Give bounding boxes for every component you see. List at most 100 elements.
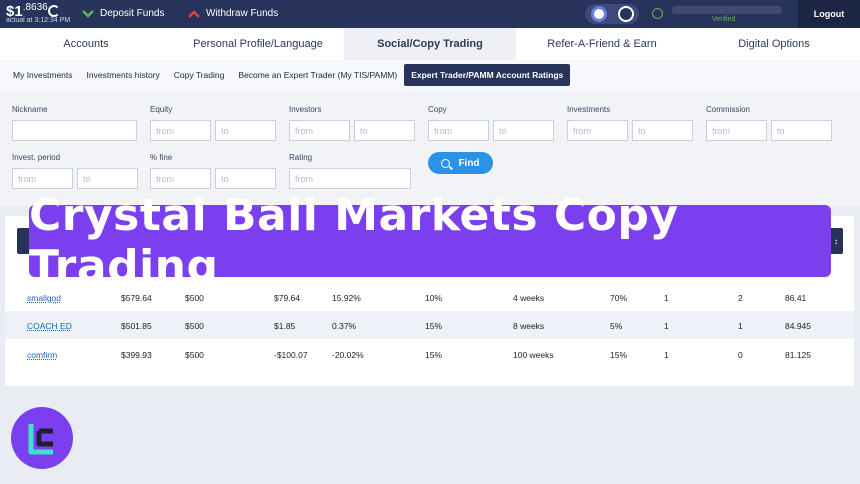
invest-period-filter: Invest. period from to: [12, 153, 138, 189]
commission-cell: 10%: [425, 293, 443, 303]
fine-cell: 5%: [610, 321, 623, 331]
subtab-copy-trading[interactable]: Copy Trading: [167, 64, 232, 86]
rating-cell: 84.945: [785, 321, 811, 331]
top-bar: $1.8636 actual at 3:12:34 PM Deposit Fun…: [0, 0, 860, 28]
refresh-icon[interactable]: [48, 5, 60, 17]
tab-digital-options[interactable]: Digital Options: [688, 28, 860, 60]
tab-personal-profile[interactable]: Personal Profile/Language: [172, 28, 344, 60]
invest-period-label: Invest. period: [12, 153, 61, 162]
nickname-filter: Nickname: [12, 105, 137, 141]
title-banner: Crystal Ball Markets Copy Trading: [29, 190, 831, 292]
account-name-blurred: [672, 6, 782, 14]
subtab-investments-history[interactable]: Investments history: [80, 64, 167, 86]
nickname-label: Nickname: [12, 105, 48, 114]
tab-refer-a-friend[interactable]: Refer-A-Friend & Earn: [516, 28, 688, 60]
find-button[interactable]: Find: [428, 152, 493, 174]
logo-mark-icon: [28, 424, 53, 455]
sun-icon[interactable]: [590, 6, 607, 22]
investors-filter: Investors from to: [289, 105, 415, 141]
invest-period-to-input[interactable]: to: [77, 168, 138, 189]
investors-cell: 1: [664, 293, 669, 303]
balance-cents: .8636: [22, 2, 48, 13]
commission-cell: 15%: [425, 321, 443, 331]
initial-cell: $500: [185, 321, 204, 331]
equity-cell: $579.64: [121, 293, 152, 303]
investments-from-input[interactable]: from: [567, 120, 628, 141]
profit-pct-cell: -20.02%: [332, 350, 364, 360]
sub-tabs: My Investments Investments history Copy …: [0, 60, 860, 90]
chevron-up-icon: [188, 9, 200, 18]
profit-cell: $79.64: [274, 293, 300, 303]
rating-label: Rating: [289, 153, 313, 162]
copy-cell: 0: [738, 350, 743, 360]
deposit-funds-button[interactable]: Deposit Funds: [82, 8, 164, 19]
balance-timestamp: actual at 3:12:34 PM: [6, 17, 71, 24]
period-cell: 4 weeks: [513, 293, 545, 303]
commission-from-input[interactable]: from: [706, 120, 767, 141]
deposit-label: Deposit Funds: [100, 8, 165, 19]
initial-cell: $500: [185, 350, 204, 360]
logout-button[interactable]: Logout: [798, 0, 860, 28]
commission-to-input[interactable]: to: [771, 120, 832, 141]
profit-pct-cell: 15.92%: [332, 293, 361, 303]
equity-filter: Equity from to: [150, 105, 276, 141]
pct-fine-filter: % fine from to: [150, 153, 276, 189]
commission-label: Commission: [706, 105, 751, 114]
find-label: Find: [458, 157, 480, 169]
table-row: comfirm $399.93 $500 -$100.07 -20.02% 15…: [5, 340, 854, 368]
investors-label: Investors: [289, 105, 322, 114]
copy-filter: Copy from to: [428, 105, 554, 141]
subtab-account-ratings[interactable]: Expert Trader/PAMM Account Ratings: [404, 64, 571, 86]
pct-fine-label: % fine: [150, 153, 173, 162]
theme-toggle[interactable]: [585, 4, 639, 24]
withdraw-funds-button[interactable]: Withdraw Funds: [188, 8, 278, 19]
table-row: COACH ED $501.85 $500 $1.85 0.37% 15% 8 …: [5, 311, 854, 339]
investors-cell: 1: [664, 321, 669, 331]
verified-status: Verified: [712, 16, 736, 23]
copy-from-input[interactable]: from: [428, 120, 489, 141]
pct-fine-from-input[interactable]: from: [150, 168, 211, 189]
withdraw-label: Withdraw Funds: [206, 8, 279, 19]
nickname-input[interactable]: [12, 120, 137, 141]
subtab-my-investments[interactable]: My Investments: [6, 64, 80, 86]
banner-title: Crystal Ball Markets Copy Trading: [29, 190, 679, 292]
copy-to-input[interactable]: to: [493, 120, 554, 141]
trader-name-link[interactable]: comfirm: [27, 350, 57, 360]
tab-social-copy-trading[interactable]: Social/Copy Trading: [344, 28, 516, 60]
investors-from-input[interactable]: from: [289, 120, 350, 141]
equity-to-input[interactable]: to: [215, 120, 276, 141]
rating-filter: Rating from: [289, 153, 411, 189]
equity-cell: $399.93: [121, 350, 152, 360]
verified-check-icon: [652, 8, 663, 19]
period-cell: 100 weeks: [513, 350, 554, 360]
copy-label: Copy: [428, 105, 447, 114]
equity-cell: $501.85: [121, 321, 152, 331]
invest-period-from-input[interactable]: from: [12, 168, 73, 189]
investments-to-input[interactable]: to: [632, 120, 693, 141]
subtab-become-expert[interactable]: Become an Expert Trader (My TIS/PAMM): [231, 64, 404, 86]
equity-from-input[interactable]: from: [150, 120, 211, 141]
trader-name-link[interactable]: COACH ED: [27, 321, 72, 331]
filter-panel: Nickname Equity from to Investors from t…: [0, 90, 860, 206]
moon-icon[interactable]: [617, 6, 634, 22]
period-cell: 8 weeks: [513, 321, 545, 331]
rating-from-input[interactable]: from: [289, 168, 411, 189]
profit-pct-cell: 0.37%: [332, 321, 357, 331]
initial-cell: $500: [185, 293, 204, 303]
trader-name-link[interactable]: smallgod: [27, 293, 61, 303]
investments-filter: Investments from to: [567, 105, 693, 141]
profit-cell: -$100.07: [274, 350, 308, 360]
investments-label: Investments: [567, 105, 611, 114]
search-icon: [441, 158, 451, 168]
table-sort-button[interactable]: ↕: [829, 228, 843, 254]
commission-cell: 15%: [425, 350, 443, 360]
rating-cell: 81.125: [785, 350, 811, 360]
equity-label: Equity: [150, 105, 173, 114]
main-tabs: Accounts Personal Profile/Language Socia…: [0, 28, 860, 60]
investors-to-input[interactable]: to: [354, 120, 415, 141]
tab-accounts[interactable]: Accounts: [0, 28, 172, 60]
profit-cell: $1.85: [274, 321, 296, 331]
rating-cell: 86.41: [785, 293, 807, 303]
pct-fine-to-input[interactable]: to: [215, 168, 276, 189]
fine-cell: 70%: [610, 293, 628, 303]
